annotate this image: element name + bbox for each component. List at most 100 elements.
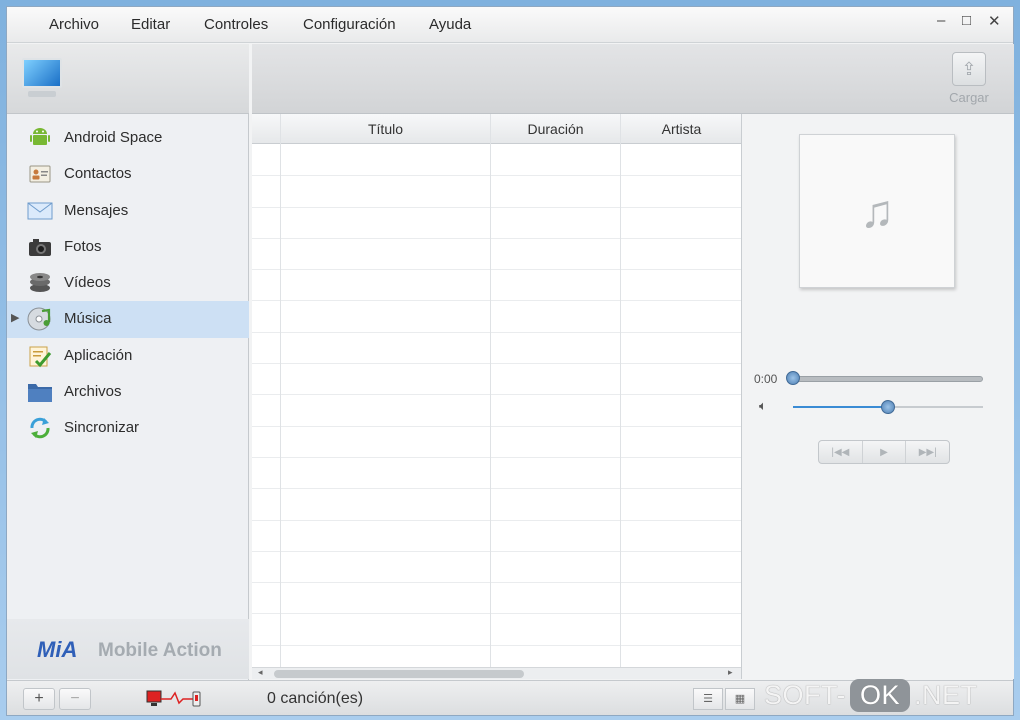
scrollbar-thumb[interactable] [274, 670, 524, 678]
sidebar-item-label: Vídeos [64, 274, 111, 292]
sidebar-item-mensajes[interactable]: Mensajes [7, 193, 249, 229]
envelope-icon [27, 199, 53, 223]
column-header-title[interactable]: Título [280, 114, 490, 144]
sidebar-item-android-space[interactable]: Android Space [7, 120, 249, 156]
computer-monitor-icon[interactable] [22, 58, 62, 100]
seek-handle[interactable] [786, 371, 800, 385]
next-icon: ▶▶| [918, 446, 937, 458]
sidebar-item-sincronizar[interactable]: Sincronizar [7, 410, 249, 446]
music-cd-icon [27, 307, 53, 331]
sidebar-item-archivos[interactable]: Archivos [7, 374, 249, 410]
watermark-right: .NET [914, 679, 978, 710]
volume-level [793, 406, 888, 408]
horizontal-scrollbar[interactable]: ◂ ▸ [252, 667, 741, 679]
table-row [252, 458, 741, 490]
song-count: 0 canción(es) [267, 690, 364, 707]
songs-table[interactable]: Título Duración Artista ◂ ▸ [252, 114, 742, 679]
sidebar-item-label: Archivos [64, 383, 122, 401]
table-row [252, 208, 741, 239]
add-button[interactable]: + [23, 688, 55, 710]
sidebar-item-label: Contactos [64, 165, 132, 183]
sidebar-item-label: Fotos [64, 237, 102, 255]
elapsed-time: 0:00 [754, 372, 778, 386]
table-row [252, 552, 741, 584]
scroll-right-icon[interactable]: ▸ [728, 667, 733, 678]
list-view-icon: ☰ [703, 693, 713, 705]
sidebar-item-contactos[interactable]: Contactos [7, 156, 249, 192]
table-row [252, 145, 741, 177]
menu-configuracion[interactable]: Configuración [303, 16, 396, 33]
table-row [252, 301, 741, 333]
close-button[interactable]: ✕ [988, 12, 1001, 30]
list-view-button[interactable]: ☰ [693, 688, 723, 710]
table-row [252, 239, 741, 271]
minimize-button[interactable]: – [937, 12, 945, 29]
playback-controls: |◀◀ ▶ ▶▶| [818, 440, 950, 464]
sidebar-header [7, 44, 249, 114]
table-row [252, 583, 741, 615]
table-row [252, 521, 741, 552]
column-header-artist[interactable]: Artista [620, 114, 741, 144]
column-header-select[interactable] [252, 114, 280, 144]
table-row [252, 614, 741, 646]
play-icon: ▶ [880, 446, 888, 458]
camera-icon [27, 235, 53, 259]
sidebar-item-label: Mensajes [64, 201, 129, 219]
device-connection-icon [145, 689, 205, 709]
load-button[interactable]: ⇪ Cargar [946, 52, 992, 110]
table-row [252, 489, 741, 521]
menu-controles[interactable]: Controles [204, 16, 268, 33]
menu-editar[interactable]: Editar [131, 16, 170, 33]
brand-name: Mobile Action [98, 640, 222, 661]
table-row [252, 364, 741, 396]
grid-view-button[interactable]: ▦ [725, 688, 755, 710]
remove-button[interactable]: − [59, 688, 91, 710]
watermark: SOFT- OK .NET [764, 674, 978, 716]
next-button[interactable]: ▶▶| [906, 441, 949, 463]
column-divider [280, 114, 281, 667]
album-art: ♫ [799, 134, 955, 288]
watermark-ok: OK [850, 678, 911, 712]
film-reel-icon [27, 271, 53, 295]
scroll-left-icon[interactable]: ◂ [258, 667, 263, 678]
sidebar: Android Space Contactos Mensajes Fotos V… [7, 44, 249, 680]
column-header-duration[interactable]: Duración [490, 114, 620, 144]
checklist-icon [27, 344, 53, 368]
selected-arrow-icon: ▶ [11, 312, 20, 325]
table-row [252, 176, 741, 208]
sidebar-item-label: Android Space [64, 129, 163, 146]
sidebar-item-label: Sincronizar [64, 419, 140, 437]
sidebar-item-label: Música [64, 310, 112, 328]
previous-button[interactable]: |◀◀ [819, 441, 863, 463]
volume-handle[interactable] [881, 400, 895, 414]
menu-archivo[interactable]: Archivo [49, 16, 99, 33]
seek-bar[interactable] [793, 376, 983, 382]
sync-icon [27, 416, 53, 440]
brand-footer: MiA Mobile Action [7, 619, 249, 679]
sidebar-item-musica[interactable]: ▶ Música [7, 301, 249, 338]
sidebar-nav: Android Space Contactos Mensajes Fotos V… [7, 120, 249, 447]
maximize-button[interactable]: □ [962, 12, 971, 29]
sidebar-item-videos[interactable]: Vídeos [7, 265, 249, 301]
table-row [252, 395, 741, 427]
volume-icon[interactable]: 🔈︎ [759, 398, 767, 414]
previous-icon: |◀◀ [831, 446, 850, 458]
brand-logo: MiA [37, 637, 78, 662]
sidebar-item-fotos[interactable]: Fotos [7, 229, 249, 265]
table-body [252, 145, 741, 667]
player-panel: ♫ 0:00 🔈︎ |◀◀ ▶ ▶▶| [743, 114, 1014, 679]
play-button[interactable]: ▶ [863, 441, 907, 463]
column-divider [490, 114, 491, 667]
menu-ayuda[interactable]: Ayuda [429, 16, 471, 33]
sidebar-item-aplicacion[interactable]: Aplicación [7, 338, 249, 374]
android-icon [27, 126, 53, 150]
table-row [252, 333, 741, 365]
grid-view-icon: ▦ [734, 693, 746, 705]
menu-bar: Archivo Editar Controles Configuración A… [7, 7, 1013, 43]
load-button-label: Cargar [949, 90, 989, 105]
table-row [252, 270, 741, 302]
sidebar-item-label: Aplicación [64, 346, 133, 364]
app-window: Archivo Editar Controles Configuración A… [6, 6, 1014, 716]
music-note-icon: ♫ [859, 185, 895, 237]
toolbar: ⇪ Cargar [252, 44, 1014, 114]
